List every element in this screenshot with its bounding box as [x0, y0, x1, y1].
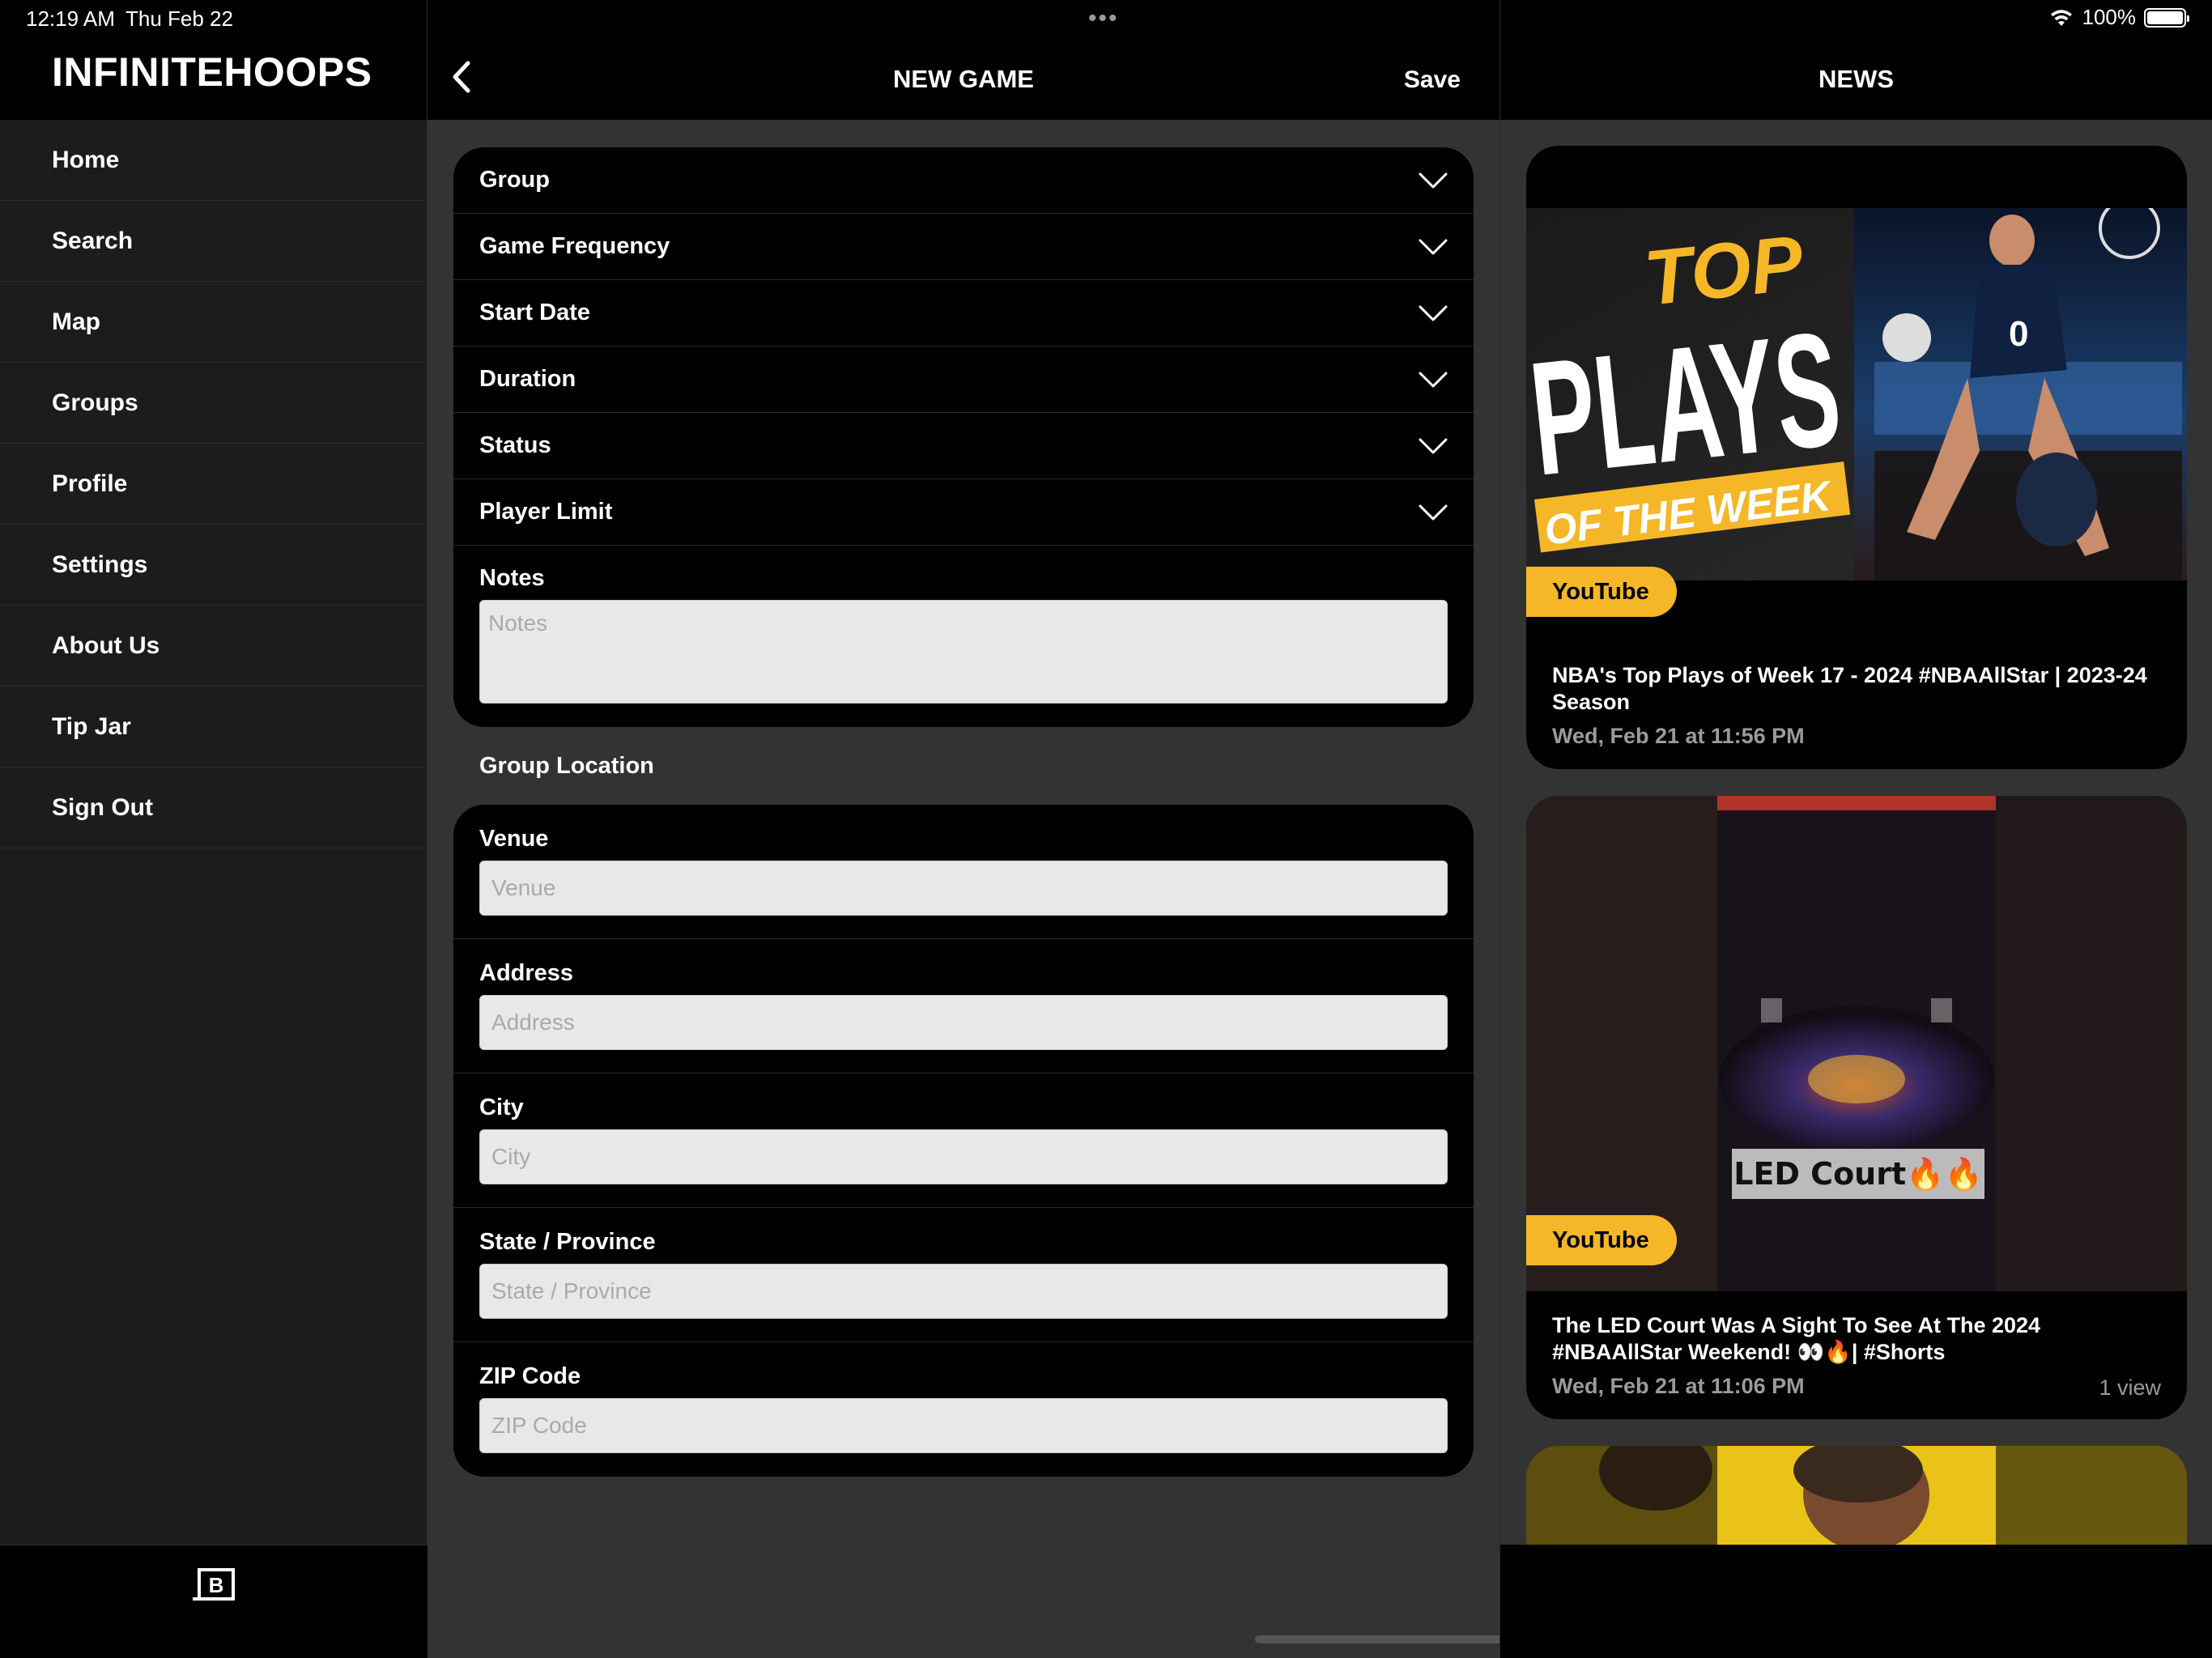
chevron-down-icon [1419, 305, 1448, 321]
city-field-block: City [453, 1073, 1474, 1208]
zip-code-field-block: ZIP Code [453, 1342, 1474, 1477]
dropdown-label: Duration [479, 366, 576, 392]
address-field-block: Address [453, 939, 1474, 1073]
sidebar-nav: Home Search Map Groups Profile Settings … [0, 120, 427, 848]
zip-code-input[interactable] [479, 1398, 1448, 1453]
sidebar-item-tip-jar[interactable]: Tip Jar [0, 687, 427, 767]
status-time: 12:19 AM [26, 6, 115, 31]
news-headline: NBA's Top Plays of Week 17 - 2024 #NBAAl… [1552, 663, 2147, 714]
new-game-panel: NEW GAME Save Group Game Frequency Start… [428, 0, 1814, 1658]
news-title: NEWS [1819, 65, 1894, 93]
player-limit-dropdown[interactable]: Player Limit [453, 479, 1474, 546]
group-location-card: Venue Address City State / Province ZIP … [453, 805, 1474, 1477]
city-label: City [479, 1095, 524, 1120]
wifi-icon [2050, 9, 2072, 26]
youtube-source-badge[interactable]: YouTube [1526, 1215, 1677, 1265]
news-date: Wed, Feb 21 at 11:06 PM [1552, 1374, 1805, 1398]
thumbnail-caption: LED Court🔥🔥 [1732, 1149, 1984, 1199]
news-view-count: 1 view [2099, 1375, 2161, 1400]
svg-text:0: 0 [2009, 314, 2028, 354]
status-date: Thu Feb 22 [125, 6, 233, 31]
state-province-input[interactable] [479, 1264, 1448, 1319]
partial-thumbnail-art [1526, 1446, 2187, 1545]
youtube-source-badge[interactable]: YouTube [1526, 567, 1677, 617]
dropdown-label: Status [479, 432, 551, 458]
game-frequency-dropdown[interactable]: Game Frequency [453, 214, 1474, 280]
news-panel: NEWS 0 TOP PLAYS OF THE WEEK YouTube NBA… [1499, 0, 2212, 1658]
group-location-heading: Group Location [479, 753, 654, 779]
state-province-label: State / Province [479, 1229, 656, 1255]
battery-icon [2144, 7, 2189, 28]
venue-field-block: Venue [453, 805, 1474, 939]
sidebar-item-about-us[interactable]: About Us [0, 606, 427, 687]
news-headline: The LED Court Was A Sight To See At The … [1552, 1313, 2041, 1364]
dropdown-label: Player Limit [479, 499, 613, 525]
news-footer [1500, 1545, 2212, 1658]
page-title: NEW GAME [893, 65, 1034, 93]
status-dropdown[interactable]: Status [453, 413, 1474, 479]
sidebar-item-profile[interactable]: Profile [0, 444, 427, 525]
dropdown-label: Group [479, 167, 550, 193]
sidebar-item-settings[interactable]: Settings [0, 525, 427, 606]
address-label: Address [479, 960, 574, 986]
sidebar-item-home[interactable]: Home [0, 120, 427, 201]
sidebar: INFINITEHOOPS Home Search Map Groups Pro… [0, 0, 428, 1658]
sidebar-footer: B [0, 1545, 428, 1658]
video-thumbnail [1526, 1446, 2187, 1545]
group-dropdown[interactable]: Group [453, 147, 1474, 214]
duration-dropdown[interactable]: Duration [453, 346, 1474, 413]
zip-code-label: ZIP Code [479, 1363, 581, 1389]
dropdown-label: Game Frequency [479, 233, 670, 259]
game-details-card: Group Game Frequency Start Date Duration… [453, 147, 1474, 727]
app-title: INFINITEHOOPS [52, 49, 372, 95]
news-card[interactable] [1526, 1446, 2187, 1545]
status-bar: 12:19 AM Thu Feb 22 ••• 100% [0, 0, 2212, 40]
notes-label: Notes [479, 565, 545, 591]
address-input[interactable] [479, 995, 1448, 1050]
city-input[interactable] [479, 1129, 1448, 1184]
chevron-down-icon [1419, 438, 1448, 453]
dropdown-label: Start Date [479, 300, 590, 325]
svg-text:B: B [209, 1573, 224, 1597]
notes-field-block: Notes [453, 546, 1474, 708]
battery-percentage: 100% [2082, 5, 2137, 29]
venue-input[interactable] [479, 861, 1448, 916]
sidebar-item-search[interactable]: Search [0, 201, 427, 282]
chevron-down-icon [1419, 372, 1448, 387]
news-card[interactable]: LED Court🔥🔥 YouTube The LED Court Was A … [1526, 796, 2187, 1419]
news-date: Wed, Feb 21 at 11:56 PM [1552, 724, 1805, 748]
save-button[interactable]: Save [1404, 66, 1461, 94]
chevron-down-icon [1419, 172, 1448, 188]
start-date-dropdown[interactable]: Start Date [453, 280, 1474, 346]
status-right: 100% [2048, 5, 2189, 30]
chevron-down-icon [1419, 239, 1448, 254]
state-province-field-block: State / Province [453, 1208, 1474, 1342]
chevron-down-icon [1419, 504, 1448, 520]
sidebar-item-groups[interactable]: Groups [0, 363, 427, 444]
video-thumbnail: 0 TOP PLAYS OF THE WEEK [1526, 208, 2187, 580]
notes-textarea[interactable] [479, 600, 1448, 704]
sidebar-item-sign-out[interactable]: Sign Out [0, 767, 427, 848]
top-plays-thumbnail-art: 0 TOP PLAYS OF THE WEEK [1526, 208, 2187, 580]
sidebar-item-map[interactable]: Map [0, 282, 427, 363]
b-logo-icon[interactable]: B [191, 1567, 238, 1604]
multitasking-dots-icon[interactable]: ••• [1088, 5, 1119, 32]
news-card[interactable]: 0 TOP PLAYS OF THE WEEK YouTube NBA's To… [1526, 146, 2187, 769]
venue-label: Venue [479, 826, 549, 852]
